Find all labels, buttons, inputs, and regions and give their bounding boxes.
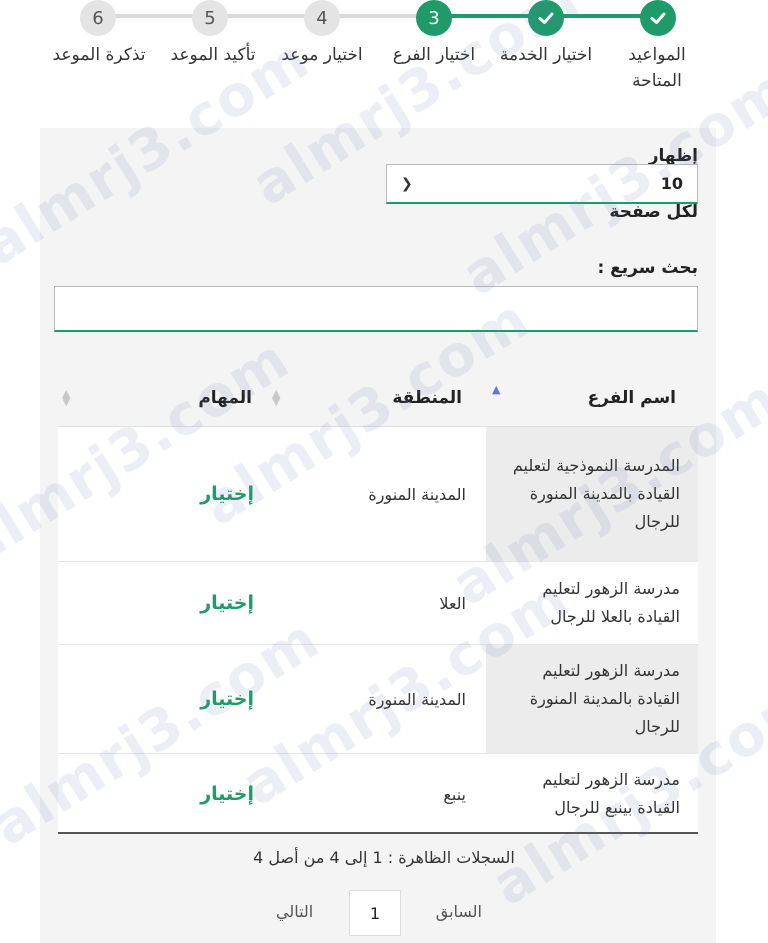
header-actions[interactable]: المهام ▲ ▼ bbox=[58, 370, 266, 426]
search-input[interactable] bbox=[54, 286, 698, 332]
region-name: ينبع bbox=[443, 784, 466, 804]
progress-stepper: المواعيد المتاحة اختيار الخدمة 3 اختيار … bbox=[0, 0, 768, 100]
header-region-label: المنطقة bbox=[392, 388, 462, 408]
stepper-track-pending bbox=[98, 14, 433, 18]
region-name: المدينة المنورة bbox=[368, 689, 466, 709]
table-row: مدرسة الزهور لتعليم القيادة بينبع للرجال… bbox=[58, 754, 698, 834]
pagination: السابق 1 التالي bbox=[0, 890, 768, 936]
previous-page-button[interactable]: السابق bbox=[436, 902, 482, 921]
branch-name: مدرسة الزهور لتعليم القيادة بينبع للرجال bbox=[542, 770, 680, 817]
sort-icon: ▲ ▼ bbox=[272, 387, 281, 408]
page-length-select[interactable]: ❯ 10 bbox=[386, 164, 698, 204]
step-3-circle: 3 bbox=[416, 0, 452, 36]
check-icon bbox=[538, 12, 554, 24]
region-name: المدينة المنورة bbox=[368, 484, 466, 504]
step-5-label: تأكيد الموعد bbox=[170, 45, 256, 65]
chevron-down-icon: ❯ bbox=[401, 175, 413, 192]
table-row: مدرسة الزهور لتعليم القيادة بالمدينة الم… bbox=[58, 645, 698, 754]
select-branch-button[interactable]: إختيار bbox=[200, 783, 254, 805]
table-header: اسم الفرع ▲ المنطقة ▲ ▼ المهام ▲ ▼ bbox=[58, 370, 698, 427]
records-info: السجلات الظاهرة : 1 إلى 4 من أصل 4 bbox=[253, 848, 515, 867]
select-branch-button[interactable]: إختيار bbox=[200, 688, 254, 710]
header-branch[interactable]: اسم الفرع ▲ bbox=[486, 370, 698, 426]
step-1-label: المواعيد المتاحة bbox=[628, 45, 686, 91]
step-5-circle: 5 bbox=[192, 0, 228, 36]
branches-table: اسم الفرع ▲ المنطقة ▲ ▼ المهام ▲ ▼ المدرسة… bbox=[58, 370, 698, 834]
sort-icon: ▲ ▼ bbox=[62, 387, 71, 408]
page-length-value: 10 bbox=[660, 174, 683, 193]
branch-name: مدرسة الزهور لتعليم القيادة بالمدينة الم… bbox=[486, 645, 698, 753]
search-label: بحث سريع : bbox=[597, 258, 698, 278]
sort-asc-icon: ▲ bbox=[492, 383, 501, 396]
step-1-circle bbox=[640, 0, 676, 36]
step-2-label: اختيار الخدمة bbox=[499, 45, 593, 65]
page-number-button[interactable]: 1 bbox=[349, 890, 401, 936]
header-branch-label: اسم الفرع bbox=[587, 388, 676, 408]
action-cell: إختيار bbox=[58, 754, 266, 834]
step-4-label: اختيار موعد bbox=[281, 45, 363, 65]
branch-name: مدرسة الزهور لتعليم القيادة بالعلا للرجا… bbox=[542, 579, 680, 626]
next-page-button[interactable]: التالي bbox=[276, 902, 313, 921]
select-branch-button[interactable]: إختيار bbox=[200, 592, 254, 614]
action-cell: إختيار bbox=[58, 427, 266, 561]
check-icon bbox=[650, 12, 666, 24]
per-page-label: لكل صفحة bbox=[609, 202, 698, 222]
header-region[interactable]: المنطقة ▲ ▼ bbox=[266, 370, 486, 426]
step-6-label: تذكرة الموعد bbox=[52, 45, 146, 65]
branch-name: المدرسة النموذجية لتعليم القيادة بالمدين… bbox=[486, 427, 698, 561]
step-2-circle bbox=[528, 0, 564, 36]
step-4-circle: 4 bbox=[304, 0, 340, 36]
action-cell: إختيار bbox=[58, 645, 266, 753]
step-6-circle: 6 bbox=[80, 0, 116, 36]
step-3-label: اختيار الفرع bbox=[392, 45, 476, 65]
header-actions-label: المهام bbox=[198, 388, 252, 408]
table-row: المدرسة النموذجية لتعليم القيادة بالمدين… bbox=[58, 427, 698, 562]
select-branch-button[interactable]: إختيار bbox=[200, 483, 254, 505]
region-name: العلا bbox=[439, 593, 466, 613]
action-cell: إختيار bbox=[58, 562, 266, 644]
page-length-label: إظهار bbox=[648, 146, 698, 166]
table-bottom-border bbox=[58, 832, 698, 834]
table-row: مدرسة الزهور لتعليم القيادة بالعلا للرجا… bbox=[58, 562, 698, 645]
